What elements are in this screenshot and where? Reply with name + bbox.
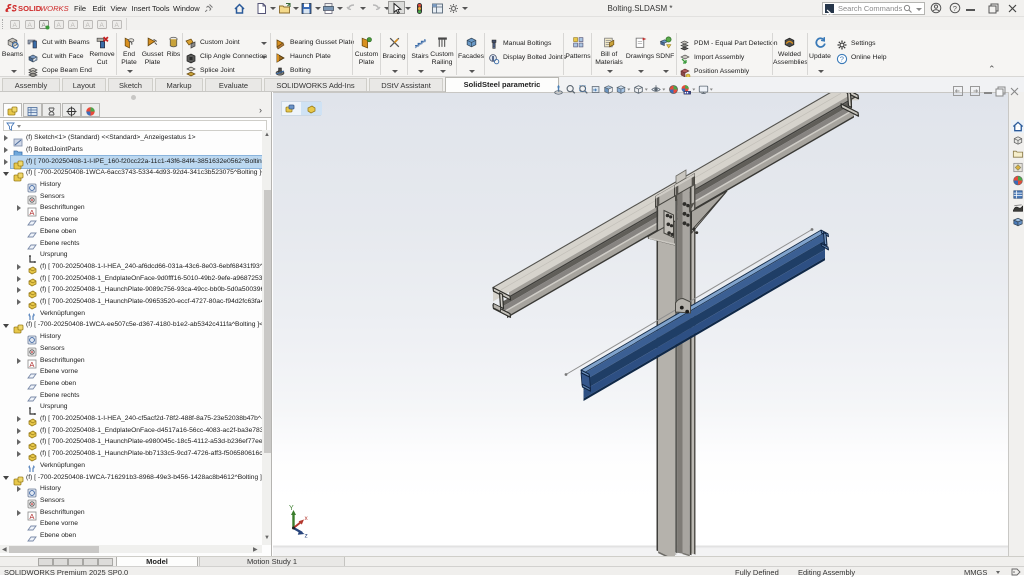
svg-text:A: A — [13, 22, 18, 29]
svg-text:A: A — [56, 22, 61, 29]
svg-text:SOLID: SOLID — [18, 4, 42, 13]
svg-text:A: A — [27, 22, 32, 29]
svg-text:WORKS: WORKS — [40, 4, 69, 13]
svg-text:A: A — [114, 22, 119, 29]
svg-text:A: A — [85, 22, 90, 29]
svg-text:A: A — [100, 22, 105, 29]
svg-text:?: ? — [840, 55, 844, 64]
svg-text:z: z — [305, 533, 308, 540]
svg-text:x: x — [305, 515, 309, 522]
svg-text:A: A — [71, 22, 76, 29]
svg-text:?: ? — [953, 4, 957, 13]
